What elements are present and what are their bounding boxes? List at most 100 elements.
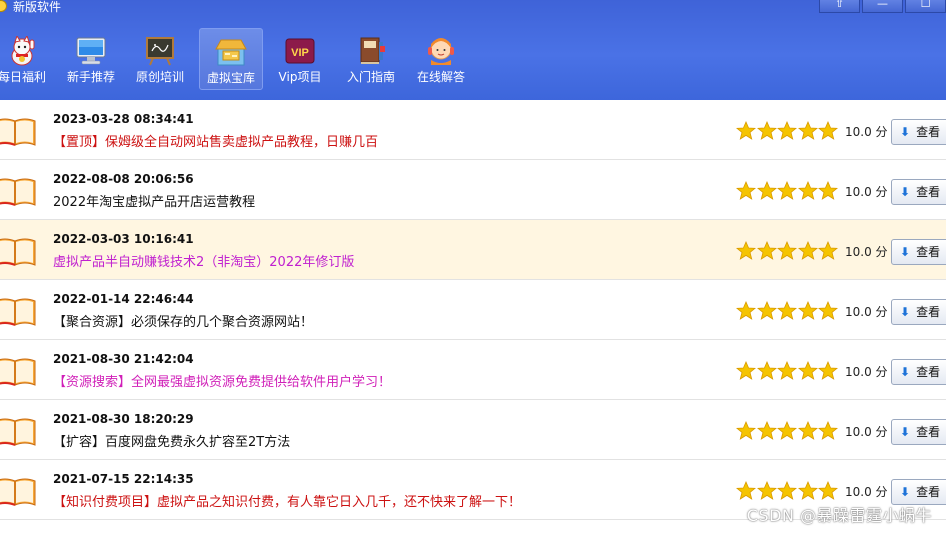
download-arrow-icon: ⬇ (900, 425, 911, 439)
view-button-label: 查看 (916, 425, 941, 439)
item-title[interactable]: 【聚合资源】必须保存的几个聚合资源网站！ (53, 315, 313, 331)
star-icon (797, 361, 818, 380)
tool-original-training[interactable]: 原创培训 (128, 28, 192, 90)
list-item[interactable]: 2022-08-08 20:06:56 2022年淘宝虚拟产品开店运营教程 10… (0, 160, 946, 220)
item-date: 2022-03-03 10:16:41 (53, 232, 194, 246)
view-button[interactable]: ⬇ 查看 (891, 119, 946, 145)
download-arrow-icon: ⬇ (900, 125, 911, 139)
list-item[interactable]: 2022-01-14 22:46:44 【聚合资源】必须保存的几个聚合资源网站！… (0, 280, 946, 340)
star-icon (736, 241, 756, 260)
tool-vip-projects[interactable]: VIP Vip项目 (268, 28, 332, 90)
item-score: 10.0 分 (845, 485, 888, 499)
item-score: 10.0 分 (845, 425, 888, 439)
list-item[interactable]: 2023-03-28 08:34:41 【置顶】保姆级全自动网站售卖虚拟产品教程… (0, 100, 946, 160)
download-arrow-icon: ⬇ (900, 485, 911, 499)
download-arrow-icon: ⬇ (900, 185, 911, 199)
item-title[interactable]: 【扩容】百度网盘免费永久扩容至2T方法 (53, 435, 290, 451)
download-arrow-icon: ⬇ (900, 245, 911, 259)
minimize-button[interactable]: — (862, 0, 903, 13)
open-book-icon (0, 178, 36, 206)
star-icon (818, 121, 838, 140)
star-icon (818, 481, 838, 500)
view-button[interactable]: ⬇ 查看 (891, 419, 946, 445)
tool-beginner-guide[interactable]: 入门指南 (339, 28, 403, 90)
blackboard-icon (146, 37, 174, 66)
star-icon (777, 121, 797, 140)
view-button-label: 查看 (916, 365, 941, 379)
tool-label: 在线解答 (416, 70, 465, 84)
view-button[interactable]: ⬇ 查看 (891, 359, 946, 385)
svg-text:VIP: VIP (291, 47, 309, 59)
open-book-icon (0, 298, 36, 326)
star-icon (797, 421, 818, 440)
download-arrow-icon: ⬇ (900, 305, 911, 319)
star-icon (736, 121, 756, 140)
item-score: 10.0 分 (845, 365, 888, 379)
support-agent-icon (428, 38, 454, 65)
view-button-label: 查看 (916, 305, 941, 319)
download-arrow-icon: ⬇ (900, 365, 911, 379)
app-header: 新版软件 ⇧ — ☐ 每日福利 新手推荐 原创培训 虚拟宝库 VIP Vip项目… (0, 0, 946, 100)
star-icon (736, 481, 756, 500)
watermark: CSDN @暴躁雷霆小蜗牛 (746, 506, 932, 525)
rating-stars (736, 301, 839, 321)
tool-label: 新手推荐 (66, 70, 115, 84)
star-icon (756, 241, 777, 260)
star-icon (797, 481, 818, 500)
tool-label: 入门指南 (346, 70, 395, 84)
list-item[interactable]: 2021-08-30 21:42:04 【资源搜索】全网最强虚拟资源免费提供给软… (0, 340, 946, 400)
item-date: 2021-08-30 18:20:29 (53, 412, 194, 426)
star-icon (756, 181, 777, 200)
rating-stars (736, 121, 839, 141)
skin-button[interactable]: ⇧ (819, 0, 860, 13)
vip-badge-icon: VIP (285, 38, 315, 64)
star-icon (797, 241, 818, 260)
star-icon (777, 421, 797, 440)
item-title[interactable]: 虚拟产品半自动赚钱技术2（非淘宝）2022年修订版 (53, 255, 354, 271)
item-date: 2021-07-15 22:14:35 (53, 472, 194, 486)
star-icon (797, 301, 818, 320)
books-icon (360, 37, 385, 64)
lucky-cat-icon (11, 36, 35, 66)
star-icon (818, 361, 838, 380)
computer-icon (76, 37, 106, 65)
star-icon (736, 421, 756, 440)
view-button[interactable]: ⬇ 查看 (891, 179, 946, 205)
item-title[interactable]: 2022年淘宝虚拟产品开店运营教程 (53, 195, 255, 211)
star-icon (777, 481, 797, 500)
maximize-button[interactable]: ☐ (905, 0, 946, 13)
star-icon (818, 301, 838, 320)
item-score: 10.0 分 (845, 305, 888, 319)
rating-stars (736, 361, 839, 381)
item-date: 2022-01-14 22:46:44 (53, 292, 194, 306)
tool-label: 每日福利 (0, 70, 46, 84)
star-icon (756, 301, 777, 320)
tool-online-answers[interactable]: 在线解答 (408, 28, 474, 90)
tool-label: 虚拟宝库 (206, 71, 255, 85)
treasure-store-icon (215, 39, 247, 66)
list-item[interactable]: 2021-08-30 18:20:29 【扩容】百度网盘免费永久扩容至2T方法 … (0, 400, 946, 460)
view-button[interactable]: ⬇ 查看 (891, 239, 946, 265)
star-icon (818, 421, 838, 440)
title-bar: 新版软件 ⇧ — ☐ (0, 0, 946, 16)
tool-label: 原创培训 (135, 70, 184, 84)
list-item[interactable]: 2022-03-03 10:16:41 虚拟产品半自动赚钱技术2（非淘宝）202… (0, 220, 946, 280)
item-score: 10.0 分 (845, 245, 888, 259)
window-controls: ⇧ — ☐ (817, 0, 946, 13)
item-title[interactable]: 【知识付费项目】虚拟产品之知识付费，有人靠它日入几千，还不快来了解一下！ (53, 495, 521, 511)
item-title[interactable]: 【置顶】保姆级全自动网站售卖虚拟产品教程，日赚几百 (53, 135, 378, 151)
view-button-label: 查看 (916, 125, 941, 139)
item-title[interactable]: 【资源搜索】全网最强虚拟资源免费提供给软件用户学习！ (53, 375, 391, 391)
star-icon (818, 181, 838, 200)
star-icon (797, 181, 818, 200)
resource-list: 2023-03-28 08:34:41 【置顶】保姆级全自动网站售卖虚拟产品教程… (0, 100, 946, 520)
tool-daily-welfare[interactable]: 每日福利 (0, 28, 54, 90)
star-icon (756, 481, 777, 500)
star-icon (756, 361, 777, 380)
tool-virtual-treasury[interactable]: 虚拟宝库 (199, 28, 263, 90)
star-icon (736, 301, 756, 320)
tool-beginner-recommend[interactable]: 新手推荐 (59, 28, 123, 90)
view-button[interactable]: ⬇ 查看 (891, 299, 946, 325)
star-icon (777, 301, 797, 320)
star-icon (736, 361, 756, 380)
